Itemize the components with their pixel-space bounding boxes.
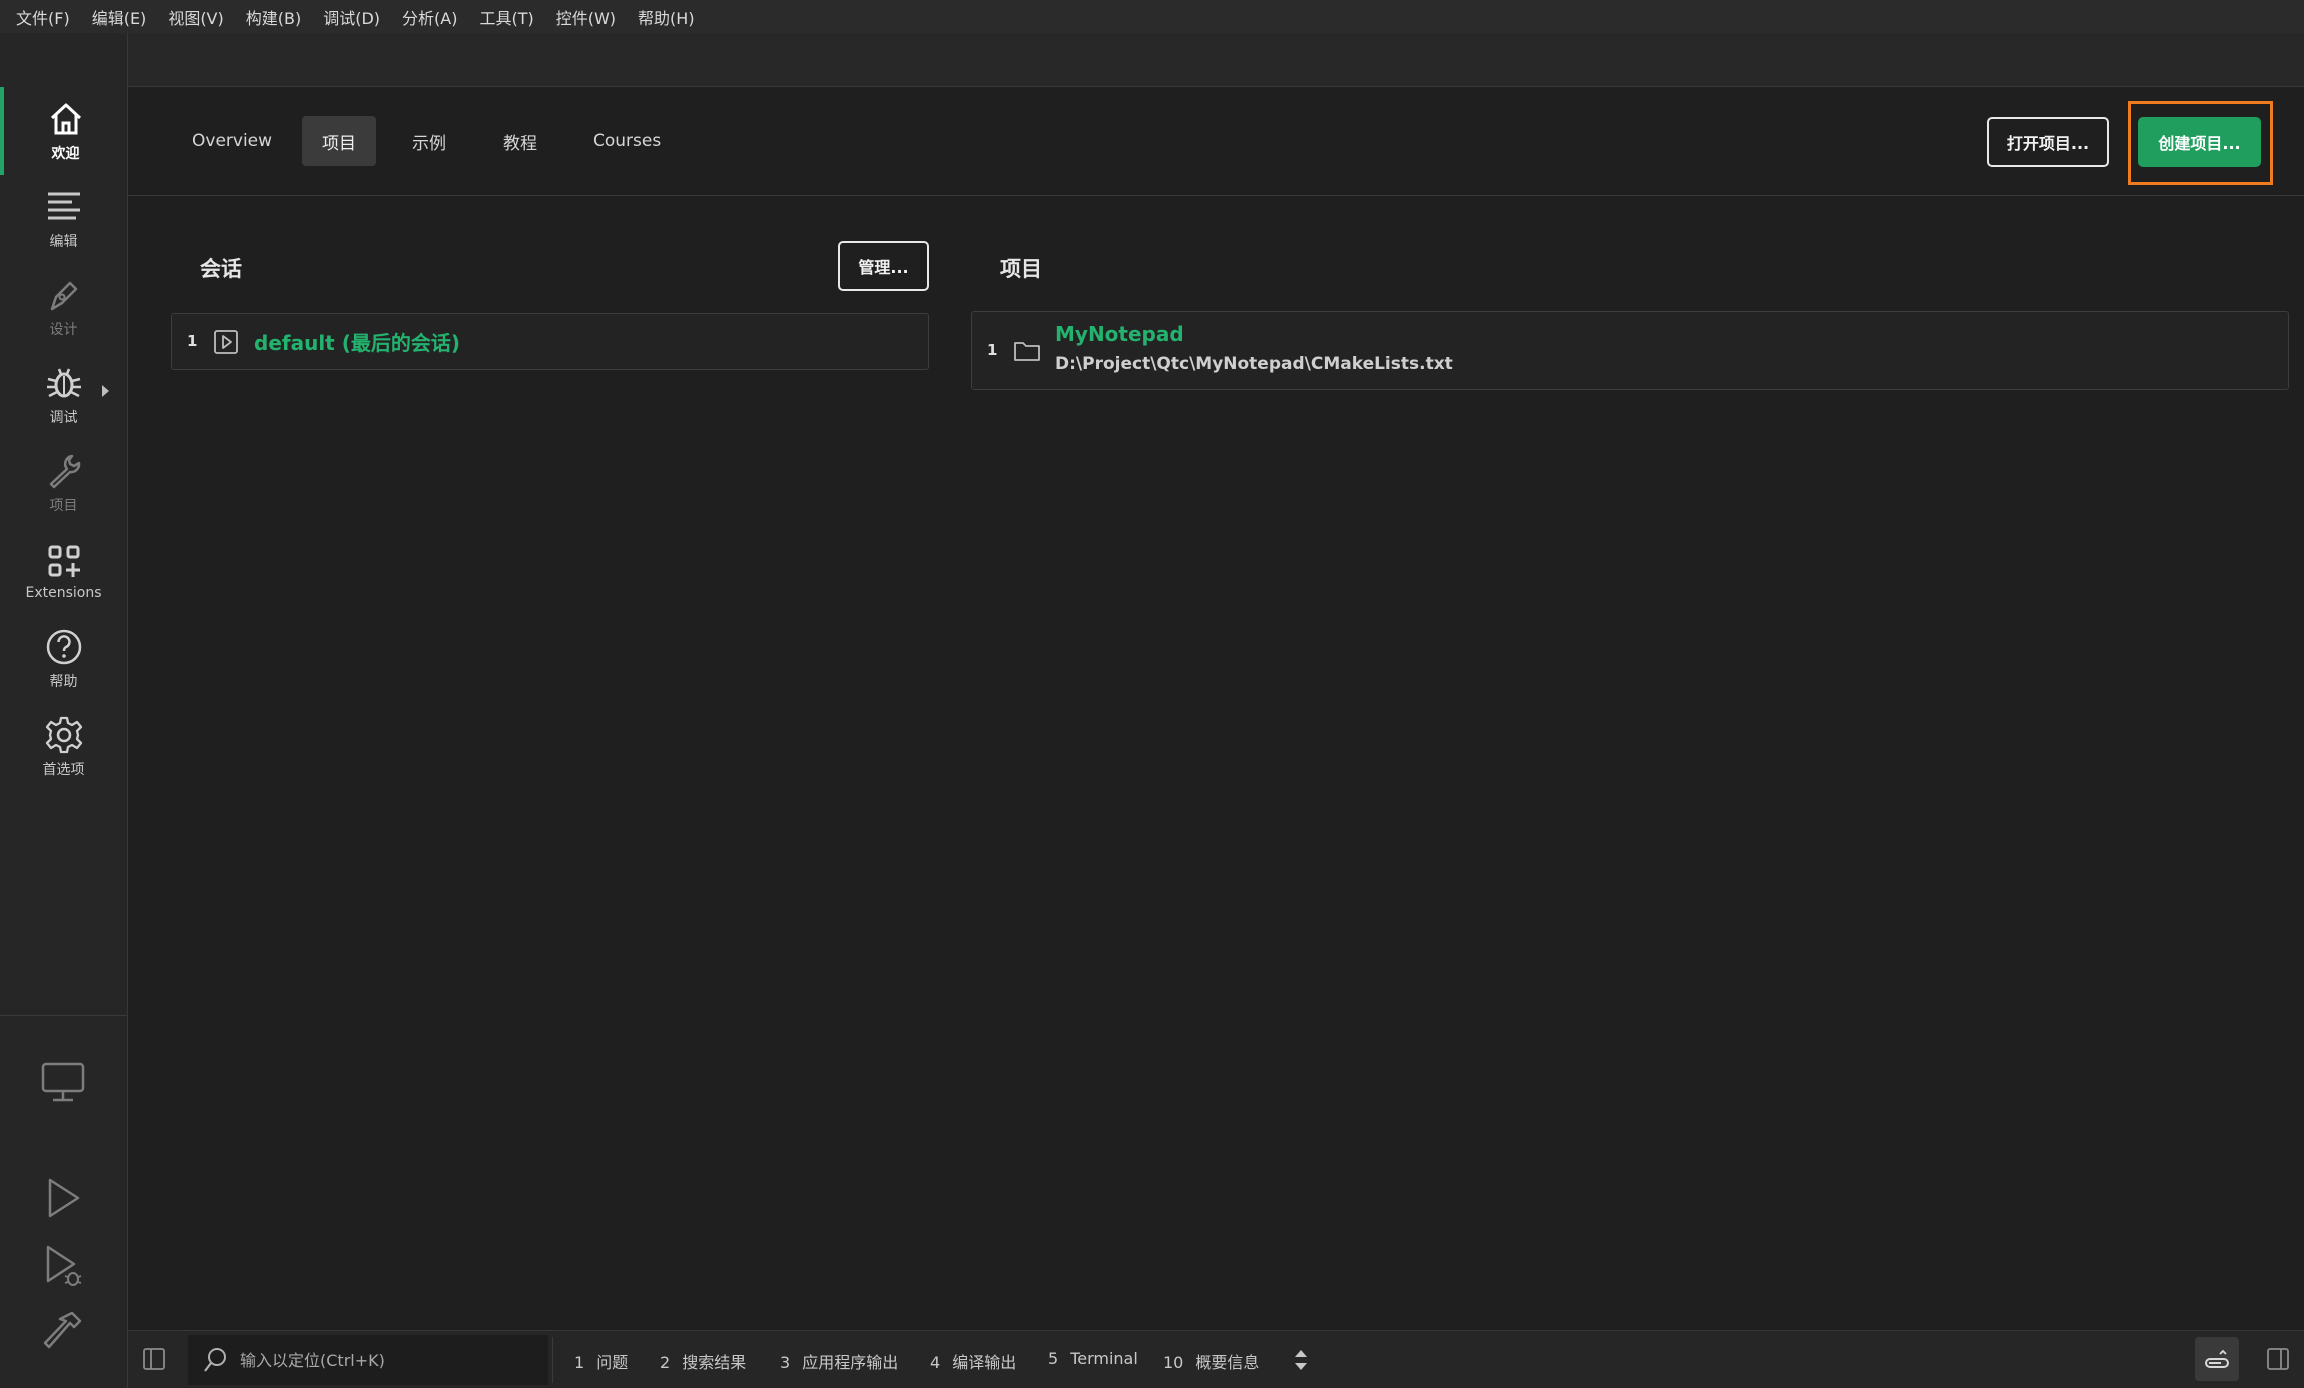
mode-projects[interactable]: 项目 <box>0 439 127 527</box>
mode-preferences[interactable]: 首选项 <box>0 703 127 791</box>
locator[interactable] <box>188 1335 548 1385</box>
pane-more-arrows-icon[interactable] <box>1292 1347 1310 1373</box>
project-index: 1 <box>987 341 998 359</box>
highlight-annotation <box>2128 101 2273 185</box>
projects-title: 项目 <box>1000 257 1042 281</box>
search-icon <box>204 1348 226 1372</box>
mode-projects-label: 项目 <box>49 498 78 514</box>
bug-icon <box>46 368 81 398</box>
extensions-icon <box>48 545 80 577</box>
tab-overview[interactable]: Overview <box>172 116 292 166</box>
mode-edit[interactable]: 编辑 <box>0 175 127 263</box>
session-index: 1 <box>187 332 198 350</box>
project-list-item[interactable]: 1 MyNotepad D:\Project\Qtc\MyNotepad\CMa… <box>971 311 2289 390</box>
menu-debug[interactable]: 调试(D) <box>323 5 380 29</box>
toolbar-strip <box>128 33 2304 87</box>
progress-details-icon <box>2205 1349 2229 1368</box>
menu-tools[interactable]: 工具(T) <box>479 5 533 29</box>
welcome-tab-bar: Overview 项目 示例 教程 Courses 打开项目... 创建项目..… <box>128 88 2304 196</box>
menu-edit[interactable]: 编辑(E) <box>92 5 147 29</box>
open-project-button[interactable]: 打开项目... <box>1987 117 2109 167</box>
gear-icon <box>45 716 82 754</box>
wrench-icon <box>49 454 80 489</box>
mode-help[interactable]: 帮助 <box>0 615 127 703</box>
sessions-title: 会话 <box>200 257 242 281</box>
tab-tutorials[interactable]: 教程 <box>483 116 557 166</box>
mode-sidebar: 欢迎 编辑 设计 调试 项目 Extensions 帮助 首选项 <box>0 87 128 1388</box>
help-icon <box>46 629 81 665</box>
build-hammer-icon[interactable] <box>40 1309 86 1355</box>
tab-examples[interactable]: 示例 <box>392 116 466 166</box>
session-play-icon[interactable] <box>213 329 239 355</box>
mode-preferences-label: 首选项 <box>42 762 85 778</box>
mode-edit-label: 编辑 <box>49 234 78 250</box>
mode-welcome-label: 欢迎 <box>51 146 80 162</box>
mode-help-label: 帮助 <box>49 674 78 690</box>
mode-extensions-label: Extensions <box>25 585 102 601</box>
locator-input[interactable] <box>240 1350 540 1370</box>
mode-welcome[interactable]: 欢迎 <box>0 87 127 175</box>
mode-debug[interactable]: 调试 <box>0 351 127 439</box>
pane-tab-search-results[interactable]: 2 搜索结果 <box>660 1349 746 1373</box>
pane-tab-terminal[interactable]: 5 Terminal <box>1048 1349 1138 1368</box>
session-list-item[interactable]: 1 default (最后的会话) <box>171 313 929 370</box>
pane-tab-app-output[interactable]: 3 应用程序输出 <box>780 1349 898 1373</box>
menu-help[interactable]: 帮助(H) <box>638 5 695 29</box>
session-name[interactable]: default (最后的会话) <box>254 327 460 356</box>
menu-view[interactable]: 视图(V) <box>168 5 223 29</box>
mode-extensions[interactable]: Extensions <box>0 527 127 615</box>
sidebar-divider <box>0 1015 127 1016</box>
mode-design-label: 设计 <box>49 322 78 338</box>
pen-icon <box>50 281 77 311</box>
menu-build[interactable]: 构建(B) <box>246 5 301 29</box>
menu-analyze[interactable]: 分析(A) <box>402 5 457 29</box>
home-icon <box>50 103 81 135</box>
pane-tab-issues[interactable]: 1 问题 <box>574 1349 628 1373</box>
toggle-right-sidebar-icon[interactable] <box>2266 1347 2290 1371</box>
manage-sessions-button[interactable]: 管理... <box>838 241 929 291</box>
run-icon[interactable] <box>40 1175 86 1221</box>
pane-tab-compile-output[interactable]: 4 编译输出 <box>930 1349 1016 1373</box>
edit-lines-icon <box>47 192 80 220</box>
status-divider <box>552 1337 553 1383</box>
toolbar-left-spacer <box>0 33 128 87</box>
mode-design[interactable]: 设计 <box>0 263 127 351</box>
mode-debug-label: 调试 <box>49 410 78 426</box>
menu-widgets[interactable]: 控件(W) <box>556 5 616 29</box>
pane-tab-general-messages[interactable]: 10 概要信息 <box>1163 1349 1259 1373</box>
submenu-arrow-icon[interactable] <box>102 385 109 397</box>
folder-icon <box>1014 342 1040 361</box>
menu-file[interactable]: 文件(F) <box>16 5 70 29</box>
menu-bar: 文件(F) 编辑(E) 视图(V) 构建(B) 调试(D) 分析(A) 工具(T… <box>0 0 2304 33</box>
status-bar: 1问题 2搜索结果 3应用程序输出 4编译输出 5Terminal 10概要信息 <box>128 1330 2304 1388</box>
toggle-sidebar-icon[interactable] <box>142 1347 166 1371</box>
tab-projects[interactable]: 项目 <box>302 116 376 166</box>
project-name[interactable]: MyNotepad <box>1055 322 1184 346</box>
debug-run-icon[interactable] <box>40 1243 86 1289</box>
toggle-progress-button[interactable] <box>2195 1337 2239 1381</box>
tab-courses[interactable]: Courses <box>573 116 681 166</box>
project-path: D:\Project\Qtc\MyNotepad\CMakeLists.txt <box>1055 354 1453 374</box>
monitor-icon[interactable] <box>40 1059 86 1105</box>
